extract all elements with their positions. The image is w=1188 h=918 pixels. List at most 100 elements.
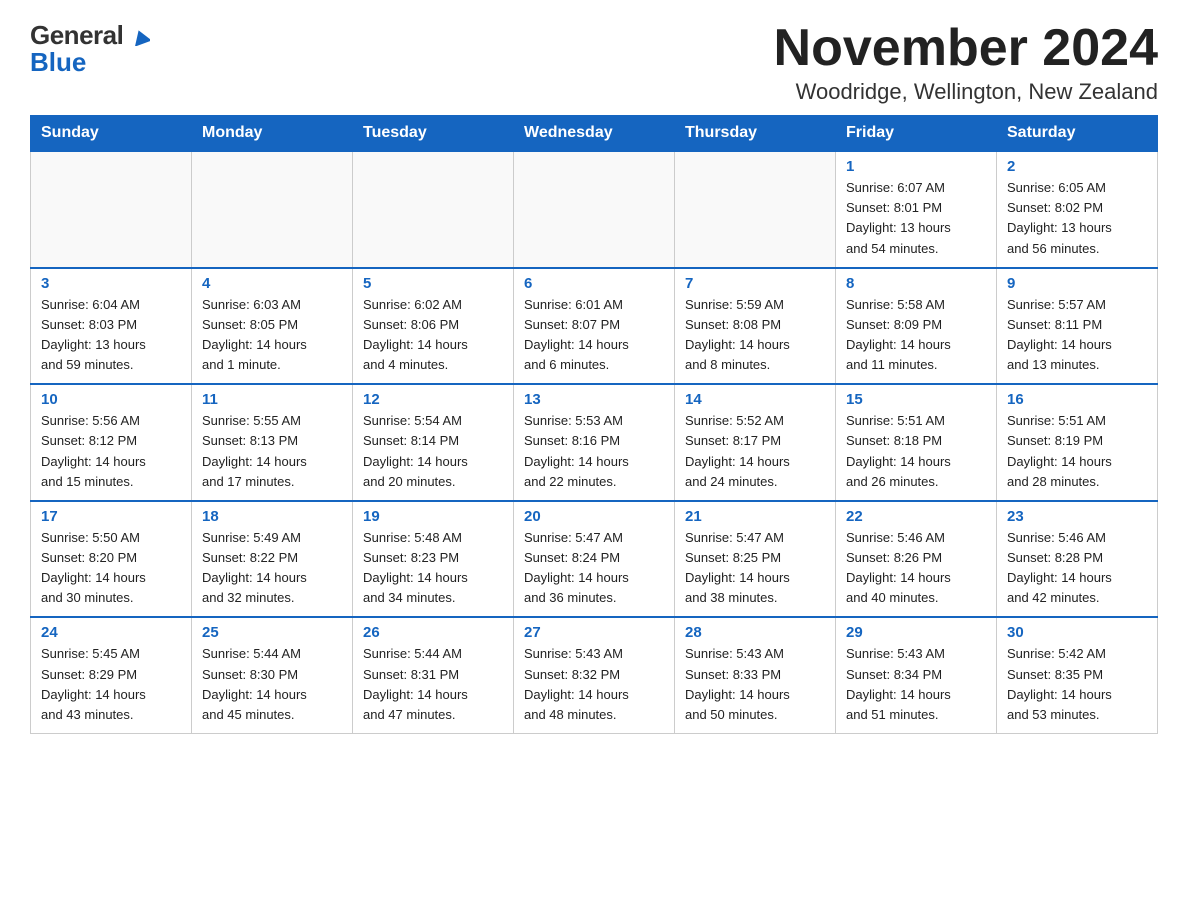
weekday-header-row: SundayMondayTuesdayWednesdayThursdayFrid… bbox=[31, 116, 1158, 152]
day-info: Sunrise: 5:54 AM Sunset: 8:14 PM Dayligh… bbox=[363, 411, 503, 492]
day-info: Sunrise: 5:55 AM Sunset: 8:13 PM Dayligh… bbox=[202, 411, 342, 492]
day-number: 20 bbox=[524, 508, 664, 525]
logo-triangle-icon bbox=[132, 28, 150, 46]
calendar-cell: 30 Sunrise: 5:42 AM Sunset: 8:35 PM Dayli… bbox=[997, 617, 1158, 733]
month-title: November 2024 bbox=[774, 20, 1158, 77]
day-info: Sunrise: 5:59 AM Sunset: 8:08 PM Dayligh… bbox=[685, 295, 825, 376]
calendar-cell: 10Sunrise: 5:56 AM Sunset: 8:12 PM Dayli… bbox=[31, 384, 192, 501]
calendar-cell: 19 Sunrise: 5:48 AM Sunset: 8:23 PM Dayli… bbox=[353, 501, 514, 618]
day-info: Sunrise: 5:44 AM Sunset: 8:30 PM Dayligh… bbox=[202, 644, 342, 725]
day-info: Sunrise: 5:58 AM Sunset: 8:09 PM Dayligh… bbox=[846, 295, 986, 376]
day-number: 3 bbox=[41, 275, 181, 292]
day-info: Sunrise: 5:50 AM Sunset: 8:20 PM Dayligh… bbox=[41, 528, 181, 609]
calendar-cell bbox=[192, 151, 353, 268]
day-number: 30 bbox=[1007, 624, 1147, 641]
calendar-cell: 20 Sunrise: 5:47 AM Sunset: 8:24 PM Dayli… bbox=[514, 501, 675, 618]
weekday-header-friday: Friday bbox=[836, 116, 997, 152]
day-info: Sunrise: 5:52 AM Sunset: 8:17 PM Dayligh… bbox=[685, 411, 825, 492]
day-number: 25 bbox=[202, 624, 342, 641]
calendar-cell: 22 Sunrise: 5:46 AM Sunset: 8:26 PM Dayli… bbox=[836, 501, 997, 618]
calendar-cell: 13Sunrise: 5:53 AM Sunset: 8:16 PM Dayli… bbox=[514, 384, 675, 501]
day-info: Sunrise: 5:43 AM Sunset: 8:32 PM Dayligh… bbox=[524, 644, 664, 725]
day-info: Sunrise: 6:02 AM Sunset: 8:06 PM Dayligh… bbox=[363, 295, 503, 376]
calendar-cell: 7 Sunrise: 5:59 AM Sunset: 8:08 PM Daylig… bbox=[675, 268, 836, 385]
calendar-cell: 26 Sunrise: 5:44 AM Sunset: 8:31 PM Dayli… bbox=[353, 617, 514, 733]
day-number: 8 bbox=[846, 275, 986, 292]
day-number: 5 bbox=[363, 275, 503, 292]
calendar-week-row: 10Sunrise: 5:56 AM Sunset: 8:12 PM Dayli… bbox=[31, 384, 1158, 501]
calendar-cell: 14 Sunrise: 5:52 AM Sunset: 8:17 PM Dayli… bbox=[675, 384, 836, 501]
calendar-cell: 28Sunrise: 5:43 AM Sunset: 8:33 PM Dayli… bbox=[675, 617, 836, 733]
day-info: Sunrise: 6:03 AM Sunset: 8:05 PM Dayligh… bbox=[202, 295, 342, 376]
day-info: Sunrise: 5:45 AM Sunset: 8:29 PM Dayligh… bbox=[41, 644, 181, 725]
day-info: Sunrise: 5:47 AM Sunset: 8:24 PM Dayligh… bbox=[524, 528, 664, 609]
calendar-cell: 23 Sunrise: 5:46 AM Sunset: 8:28 PM Dayli… bbox=[997, 501, 1158, 618]
day-number: 9 bbox=[1007, 275, 1147, 292]
logo: General Blue bbox=[30, 20, 150, 78]
weekday-header-thursday: Thursday bbox=[675, 116, 836, 152]
day-info: Sunrise: 5:46 AM Sunset: 8:28 PM Dayligh… bbox=[1007, 528, 1147, 609]
location-text: Woodridge, Wellington, New Zealand bbox=[774, 79, 1158, 105]
day-info: Sunrise: 5:47 AM Sunset: 8:25 PM Dayligh… bbox=[685, 528, 825, 609]
logo-blue-text: Blue bbox=[30, 47, 86, 78]
calendar-cell bbox=[514, 151, 675, 268]
day-number: 11 bbox=[202, 391, 342, 408]
calendar-cell: 25 Sunrise: 5:44 AM Sunset: 8:30 PM Dayli… bbox=[192, 617, 353, 733]
calendar-week-row: 1 Sunrise: 6:07 AM Sunset: 8:01 PM Daylig… bbox=[31, 151, 1158, 268]
calendar-cell bbox=[675, 151, 836, 268]
day-number: 7 bbox=[685, 275, 825, 292]
calendar-cell: 6 Sunrise: 6:01 AM Sunset: 8:07 PM Daylig… bbox=[514, 268, 675, 385]
day-number: 23 bbox=[1007, 508, 1147, 525]
day-number: 26 bbox=[363, 624, 503, 641]
day-number: 12 bbox=[363, 391, 503, 408]
day-number: 15 bbox=[846, 391, 986, 408]
day-info: Sunrise: 5:46 AM Sunset: 8:26 PM Dayligh… bbox=[846, 528, 986, 609]
day-info: Sunrise: 5:49 AM Sunset: 8:22 PM Dayligh… bbox=[202, 528, 342, 609]
day-number: 1 bbox=[846, 158, 986, 175]
day-info: Sunrise: 5:43 AM Sunset: 8:33 PM Dayligh… bbox=[685, 644, 825, 725]
calendar-cell: 8 Sunrise: 5:58 AM Sunset: 8:09 PM Daylig… bbox=[836, 268, 997, 385]
calendar-cell: 24 Sunrise: 5:45 AM Sunset: 8:29 PM Dayli… bbox=[31, 617, 192, 733]
calendar-cell: 2 Sunrise: 6:05 AM Sunset: 8:02 PM Daylig… bbox=[997, 151, 1158, 268]
day-info: Sunrise: 5:53 AM Sunset: 8:16 PM Dayligh… bbox=[524, 411, 664, 492]
day-info: Sunrise: 5:48 AM Sunset: 8:23 PM Dayligh… bbox=[363, 528, 503, 609]
day-number: 16 bbox=[1007, 391, 1147, 408]
day-number: 18 bbox=[202, 508, 342, 525]
day-number: 4 bbox=[202, 275, 342, 292]
weekday-header-monday: Monday bbox=[192, 116, 353, 152]
calendar-cell: 3Sunrise: 6:04 AM Sunset: 8:03 PM Daylig… bbox=[31, 268, 192, 385]
day-info: Sunrise: 5:51 AM Sunset: 8:19 PM Dayligh… bbox=[1007, 411, 1147, 492]
calendar-cell: 15 Sunrise: 5:51 AM Sunset: 8:18 PM Dayli… bbox=[836, 384, 997, 501]
calendar-cell: 5 Sunrise: 6:02 AM Sunset: 8:06 PM Daylig… bbox=[353, 268, 514, 385]
day-number: 29 bbox=[846, 624, 986, 641]
day-info: Sunrise: 5:51 AM Sunset: 8:18 PM Dayligh… bbox=[846, 411, 986, 492]
weekday-header-wednesday: Wednesday bbox=[514, 116, 675, 152]
calendar-week-row: 17 Sunrise: 5:50 AM Sunset: 8:20 PM Dayli… bbox=[31, 501, 1158, 618]
day-number: 17 bbox=[41, 508, 181, 525]
day-info: Sunrise: 5:57 AM Sunset: 8:11 PM Dayligh… bbox=[1007, 295, 1147, 376]
calendar-cell: 9 Sunrise: 5:57 AM Sunset: 8:11 PM Daylig… bbox=[997, 268, 1158, 385]
weekday-header-saturday: Saturday bbox=[997, 116, 1158, 152]
calendar-cell: 11 Sunrise: 5:55 AM Sunset: 8:13 PM Dayli… bbox=[192, 384, 353, 501]
day-info: Sunrise: 5:42 AM Sunset: 8:35 PM Dayligh… bbox=[1007, 644, 1147, 725]
calendar-cell: 17 Sunrise: 5:50 AM Sunset: 8:20 PM Dayli… bbox=[31, 501, 192, 618]
calendar-cell: 4 Sunrise: 6:03 AM Sunset: 8:05 PM Daylig… bbox=[192, 268, 353, 385]
calendar-cell: 1 Sunrise: 6:07 AM Sunset: 8:01 PM Daylig… bbox=[836, 151, 997, 268]
page-header: General Blue November 2024 Woodridge, We… bbox=[30, 20, 1158, 105]
day-number: 19 bbox=[363, 508, 503, 525]
day-number: 14 bbox=[685, 391, 825, 408]
day-number: 24 bbox=[41, 624, 181, 641]
calendar-cell: 27 Sunrise: 5:43 AM Sunset: 8:32 PM Dayli… bbox=[514, 617, 675, 733]
day-info: Sunrise: 6:01 AM Sunset: 8:07 PM Dayligh… bbox=[524, 295, 664, 376]
weekday-header-tuesday: Tuesday bbox=[353, 116, 514, 152]
day-number: 22 bbox=[846, 508, 986, 525]
day-number: 6 bbox=[524, 275, 664, 292]
day-info: Sunrise: 6:05 AM Sunset: 8:02 PM Dayligh… bbox=[1007, 178, 1147, 259]
calendar-cell: 12 Sunrise: 5:54 AM Sunset: 8:14 PM Dayli… bbox=[353, 384, 514, 501]
day-number: 2 bbox=[1007, 158, 1147, 175]
day-info: Sunrise: 6:07 AM Sunset: 8:01 PM Dayligh… bbox=[846, 178, 986, 259]
day-info: Sunrise: 5:44 AM Sunset: 8:31 PM Dayligh… bbox=[363, 644, 503, 725]
day-info: Sunrise: 5:43 AM Sunset: 8:34 PM Dayligh… bbox=[846, 644, 986, 725]
day-number: 27 bbox=[524, 624, 664, 641]
weekday-header-sunday: Sunday bbox=[31, 116, 192, 152]
